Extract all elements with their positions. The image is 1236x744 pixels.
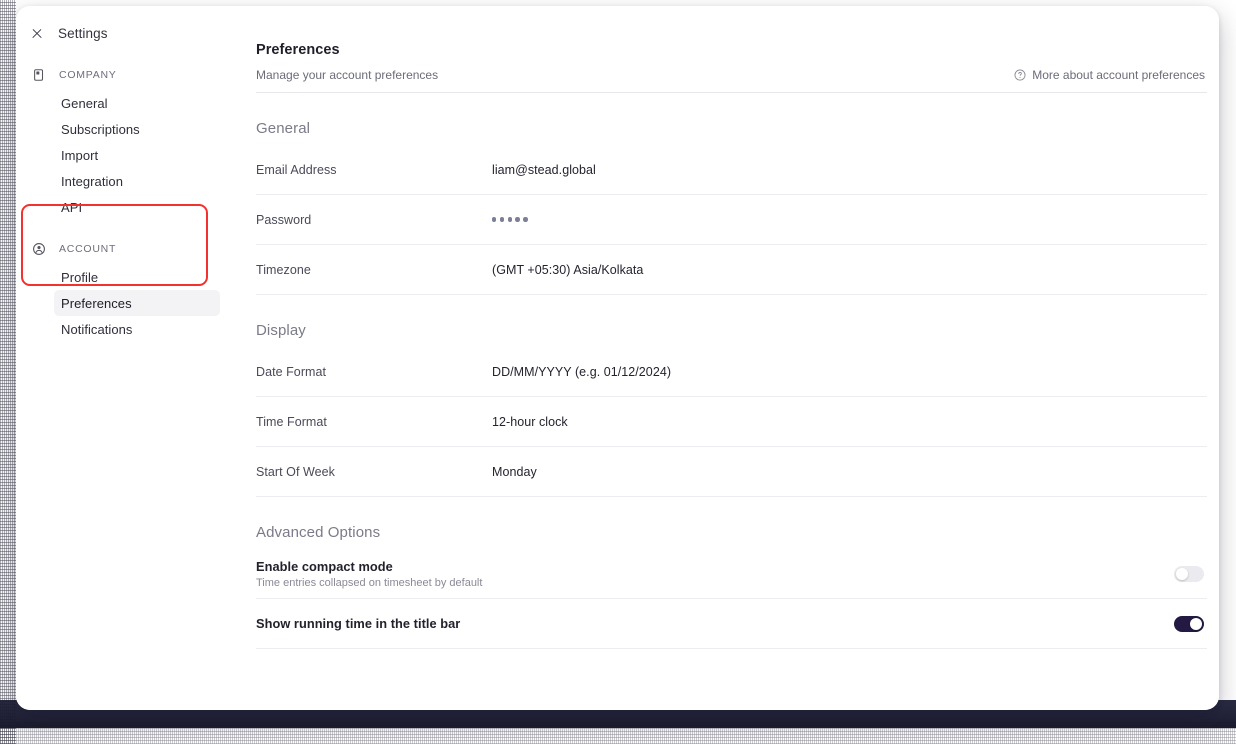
row-start-of-week[interactable]: Start Of Week Monday	[256, 447, 1207, 497]
row-label: Start Of Week	[256, 464, 335, 479]
row-value-password	[492, 217, 528, 222]
sidebar-item-label: Profile	[61, 269, 99, 285]
sidebar-item-label: API	[61, 199, 83, 215]
row-value-start-of-week: Monday	[492, 464, 537, 479]
sidebar-group-account: ACCOUNT Profile Preferences Notification…	[16, 238, 242, 342]
sidebar-item-label: Import	[61, 147, 99, 163]
sidebar-group-label: ACCOUNT	[59, 243, 117, 255]
building-icon	[31, 68, 46, 83]
more-about-preferences-link[interactable]: More about account preferences	[1014, 68, 1207, 82]
row-show-running-time[interactable]: Show running time in the title bar	[256, 599, 1207, 649]
row-enable-compact-mode[interactable]: Enable compact mode Time entries collaps…	[256, 549, 1207, 599]
password-mask-dots	[492, 217, 528, 222]
row-label: Email Address	[256, 162, 337, 177]
window-title: Settings	[58, 25, 108, 41]
row-value-date-format: DD/MM/YYYY (e.g. 01/12/2024)	[492, 364, 672, 379]
row-title: Enable compact mode	[256, 558, 393, 574]
settings-window: Settings COMPANY General Subscriptions I…	[16, 6, 1219, 710]
toggle-enable-compact-mode[interactable]	[1174, 565, 1204, 582]
row-texts: Show running time in the title bar	[256, 612, 460, 635]
section-title-display: Display	[256, 322, 306, 339]
question-circle-icon	[1014, 69, 1026, 81]
help-link-label: More about account preferences	[1032, 68, 1205, 82]
sidebar-item-label: Preferences	[61, 295, 132, 311]
user-circle-icon	[31, 242, 46, 257]
sidebar-item-label: Integration	[61, 173, 123, 189]
page-subheader: Manage your account preferences More abo…	[256, 68, 1207, 92]
row-value-email: liam@stead.global	[492, 162, 596, 177]
row-time-format[interactable]: Time Format 12-hour clock	[256, 397, 1207, 447]
toggle-knob	[1190, 617, 1202, 630]
section-title-general: General	[256, 120, 311, 137]
row-value-timezone: (GMT +05:30) Asia/Kolkata	[492, 262, 644, 277]
row-email-address[interactable]: Email Address liam@stead.global	[256, 145, 1207, 195]
desktop-texture-bottom	[0, 722, 1236, 744]
sidebar-group-company: COMPANY General Subscriptions Import Int…	[16, 64, 242, 220]
sidebar-group-header-account: ACCOUNT	[16, 238, 242, 260]
sidebar-group-header-company: COMPANY	[16, 64, 242, 86]
toggle-show-running-time[interactable]	[1174, 615, 1204, 632]
row-date-format[interactable]: Date Format DD/MM/YYYY (e.g. 01/12/2024)	[256, 347, 1207, 397]
sidebar-item-general[interactable]: General	[54, 90, 220, 116]
row-password[interactable]: Password	[256, 195, 1207, 245]
section-title-advanced-options: Advanced Options	[256, 524, 381, 541]
row-value-time-format: 12-hour clock	[492, 414, 568, 429]
toggle-knob	[1176, 567, 1188, 580]
sidebar-group-label: COMPANY	[59, 69, 117, 81]
sidebar-item-profile[interactable]: Profile	[54, 264, 220, 290]
sidebar-item-subscriptions[interactable]: Subscriptions	[54, 116, 220, 142]
row-title: Show running time in the title bar	[256, 616, 461, 631]
sidebar-item-integration[interactable]: Integration	[54, 168, 220, 194]
sidebar-item-preferences[interactable]: Preferences	[54, 290, 220, 316]
settings-content: Preferences Manage your account preferen…	[242, 6, 1219, 710]
sidebar-item-label: Subscriptions	[61, 121, 140, 137]
settings-sidebar: Settings COMPANY General Subscriptions I…	[16, 6, 242, 710]
sidebar-item-label: General	[61, 95, 108, 111]
row-description: Time entries collapsed on timesheet by d…	[256, 576, 483, 589]
page-subtitle: Manage your account preferences	[256, 68, 439, 82]
close-icon[interactable]	[30, 26, 44, 40]
window-titlebar: Settings	[16, 16, 242, 50]
desktop-texture-left	[0, 0, 16, 744]
sidebar-item-label: Notifications	[61, 321, 133, 337]
row-label: Timezone	[256, 262, 311, 277]
row-timezone[interactable]: Timezone (GMT +05:30) Asia/Kolkata	[256, 245, 1207, 295]
row-label: Time Format	[256, 414, 327, 429]
row-label: Password	[256, 212, 312, 227]
sidebar-item-api[interactable]: API	[54, 194, 220, 220]
sidebar-item-import[interactable]: Import	[54, 142, 220, 168]
sidebar-item-notifications[interactable]: Notifications	[54, 316, 220, 342]
row-texts: Enable compact mode Time entries collaps…	[256, 555, 482, 593]
row-label: Date Format	[256, 364, 327, 379]
page-title: Preferences	[256, 42, 340, 58]
